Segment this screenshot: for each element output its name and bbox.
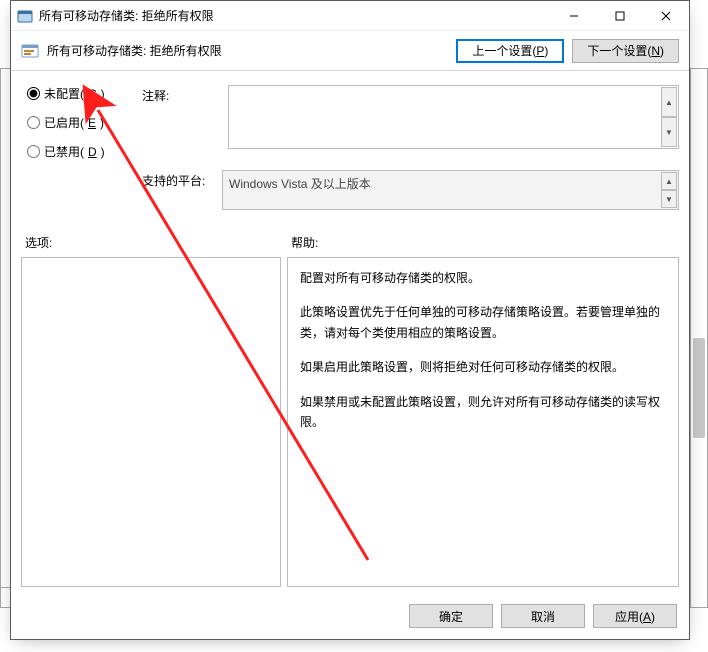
cancel-button[interactable]: 取消	[501, 604, 585, 628]
dialog-footer: 确定 取消 应用(A)	[11, 593, 689, 639]
spinner-down-icon[interactable]: ▼	[661, 190, 677, 208]
ok-button[interactable]: 确定	[409, 604, 493, 628]
policy-icon	[21, 42, 39, 60]
radio-not-configured-input[interactable]	[27, 87, 40, 100]
section-labels: 选项: 帮助:	[11, 216, 689, 257]
window-title: 所有可移动存储类: 拒绝所有权限	[39, 7, 551, 24]
options-pane	[21, 257, 281, 587]
help-text: 配置对所有可移动存储类的权限。	[300, 268, 666, 288]
spinner-up-icon[interactable]: ▲	[661, 87, 677, 117]
panes: 配置对所有可移动存储类的权限。 此策略设置优先于任何单独的可移动存储策略设置。若…	[11, 257, 689, 593]
help-text: 此策略设置优先于任何单独的可移动存储策略设置。若要管理单独的类，请对每个类使用相…	[300, 302, 666, 343]
supported-platforms-label: 支持的平台:	[142, 170, 222, 189]
supported-platforms-box: Windows Vista 及以上版本 ▲ ▼	[222, 170, 679, 210]
next-setting-button[interactable]: 下一个设置(N)	[572, 39, 679, 63]
radio-enabled[interactable]: 已启用(E)	[27, 114, 136, 131]
comment-textarea[interactable]: ▲ ▼	[228, 85, 679, 149]
spinner-up-icon[interactable]: ▲	[661, 172, 677, 190]
minimize-button[interactable]	[551, 1, 597, 31]
policy-window-icon	[17, 8, 33, 24]
header-strip: 所有可移动存储类: 拒绝所有权限 上一个设置(P) 下一个设置(N)	[11, 31, 689, 71]
help-pane: 配置对所有可移动存储类的权限。 此策略设置优先于任何单独的可移动存储策略设置。若…	[287, 257, 679, 587]
supported-platforms-text: Windows Vista 及以上版本	[229, 177, 371, 191]
titlebar: 所有可移动存储类: 拒绝所有权限	[11, 1, 689, 31]
close-button[interactable]	[643, 1, 689, 31]
help-text: 如果禁用或未配置此策略设置，则允许对所有可移动存储类的读写权限。	[300, 392, 666, 433]
radio-disabled-input[interactable]	[27, 145, 40, 158]
comment-spinner[interactable]: ▲ ▼	[661, 87, 677, 147]
comment-label: 注释:	[142, 85, 222, 104]
spinner-down-icon[interactable]: ▼	[661, 117, 677, 147]
radio-enabled-input[interactable]	[27, 116, 40, 129]
policy-editor-window: 所有可移动存储类: 拒绝所有权限 所有可移动存储类: 拒绝所有权限 上一	[10, 0, 690, 640]
policy-title: 所有可移动存储类: 拒绝所有权限	[47, 42, 448, 59]
configuration-section: 未配置(C) 已启用(E) 已禁用(D) 注释: ▲ ▼ 支持的平台: Wind…	[11, 71, 689, 216]
maximize-button[interactable]	[597, 1, 643, 31]
state-radio-group: 未配置(C) 已启用(E) 已禁用(D)	[21, 85, 136, 160]
platform-spinner[interactable]: ▲ ▼	[661, 172, 677, 208]
previous-setting-button[interactable]: 上一个设置(P)	[456, 39, 564, 63]
background-scrollbar[interactable]	[690, 68, 708, 608]
options-label: 选项:	[25, 234, 291, 251]
radio-disabled[interactable]: 已禁用(D)	[27, 143, 136, 160]
radio-not-configured[interactable]: 未配置(C)	[27, 85, 136, 102]
help-label: 帮助:	[291, 234, 675, 251]
background-window-fragment	[0, 68, 10, 588]
apply-button[interactable]: 应用(A)	[593, 604, 677, 628]
help-text: 如果启用此策略设置，则将拒绝对任何可移动存储类的权限。	[300, 357, 666, 377]
